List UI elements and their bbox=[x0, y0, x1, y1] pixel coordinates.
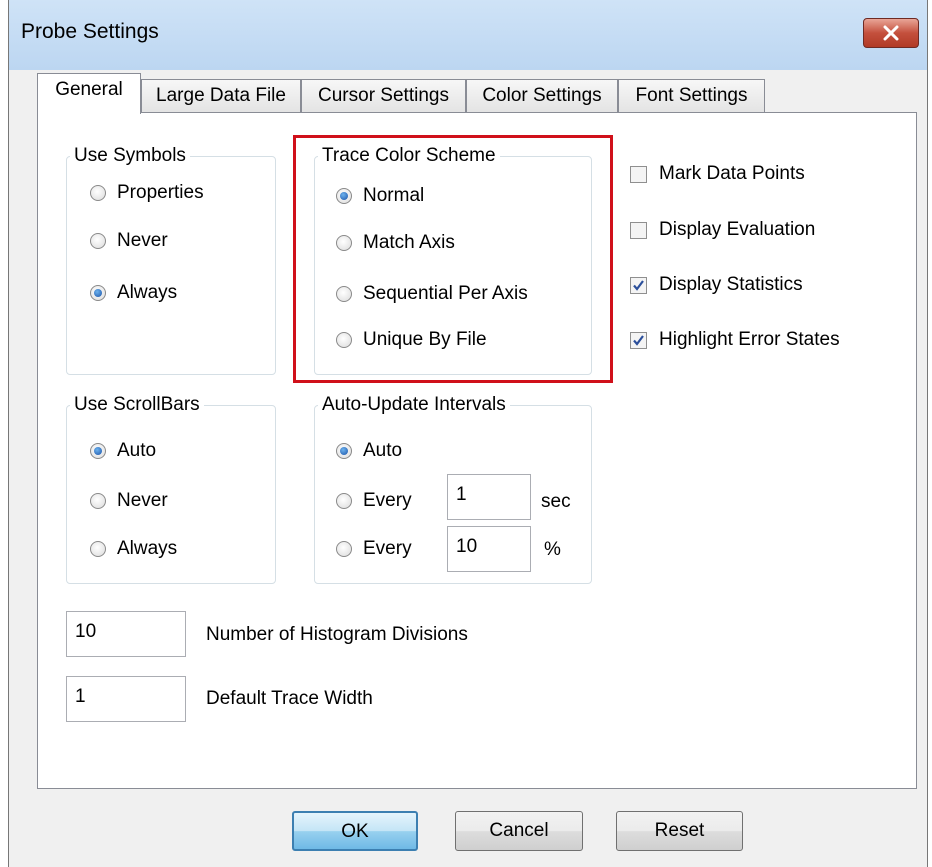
tab-cursor-settings[interactable]: Cursor Settings bbox=[301, 79, 466, 113]
use-symbols-never-radio[interactable]: Never bbox=[90, 230, 168, 252]
tab-color-settings[interactable]: Color Settings bbox=[466, 79, 618, 113]
radio-button-selected[interactable] bbox=[90, 285, 106, 301]
tab-font-settings[interactable]: Font Settings bbox=[618, 79, 765, 113]
radio-label: Always bbox=[117, 538, 178, 559]
tab-general[interactable]: General bbox=[37, 73, 141, 114]
title-bar[interactable]: Probe Settings bbox=[9, 0, 927, 70]
update-interval-seconds-input[interactable]: 1 bbox=[447, 474, 531, 520]
update-interval-percent-input[interactable]: 10 bbox=[447, 526, 531, 572]
radio-button-selected[interactable] bbox=[336, 443, 352, 459]
radio-label: Never bbox=[117, 230, 168, 251]
scrollbars-always-radio[interactable]: Always bbox=[90, 538, 177, 560]
radio-button-selected[interactable] bbox=[90, 443, 106, 459]
use-symbols-properties-radio[interactable]: Properties bbox=[90, 182, 204, 204]
close-button[interactable] bbox=[863, 18, 919, 48]
radio-label: Always bbox=[117, 282, 178, 303]
radio-label: Auto bbox=[117, 440, 157, 461]
cancel-button[interactable]: Cancel bbox=[455, 811, 583, 851]
checkbox-label: Mark Data Points bbox=[659, 163, 805, 184]
checkbox-checked[interactable] bbox=[630, 331, 647, 349]
probe-settings-window: Probe Settings General Large Data File C… bbox=[8, 0, 928, 867]
close-icon bbox=[883, 25, 899, 41]
checkmark-icon bbox=[633, 279, 644, 291]
trace-width-label: Default Trace Width bbox=[206, 688, 373, 709]
auto-update-legend: Auto-Update Intervals bbox=[322, 394, 506, 415]
mark-data-points-checkbox[interactable]: Mark Data Points bbox=[630, 163, 805, 185]
radio-button[interactable] bbox=[90, 541, 106, 557]
radio-button[interactable] bbox=[336, 493, 352, 509]
tab-large-data-file[interactable]: Large Data File bbox=[141, 79, 301, 113]
percent-unit-label: % bbox=[544, 539, 561, 560]
radio-label: Never bbox=[117, 490, 168, 511]
auto-update-every-sec-radio[interactable]: Every bbox=[336, 490, 412, 512]
ok-button[interactable]: OK bbox=[292, 811, 418, 851]
checkbox[interactable] bbox=[630, 221, 647, 239]
checkbox-label: Display Evaluation bbox=[659, 219, 816, 240]
radio-button[interactable] bbox=[336, 541, 352, 557]
histogram-divisions-input[interactable]: 10 bbox=[66, 611, 186, 657]
use-scrollbars-legend: Use ScrollBars bbox=[74, 394, 200, 415]
trace-width-input[interactable]: 1 bbox=[66, 676, 186, 722]
radio-label: Every bbox=[363, 538, 412, 559]
radio-button[interactable] bbox=[90, 185, 106, 201]
checkbox[interactable] bbox=[630, 165, 647, 183]
scrollbars-never-radio[interactable]: Never bbox=[90, 490, 168, 512]
use-symbols-group: Use Symbols bbox=[66, 145, 276, 375]
use-symbols-legend: Use Symbols bbox=[74, 145, 186, 166]
seconds-unit-label: sec bbox=[541, 491, 571, 512]
window-title: Probe Settings bbox=[21, 20, 159, 43]
checkbox-label: Display Statistics bbox=[659, 274, 803, 295]
checkbox-label: Highlight Error States bbox=[659, 329, 840, 350]
radio-button[interactable] bbox=[90, 233, 106, 249]
scrollbars-auto-radio[interactable]: Auto bbox=[90, 440, 156, 462]
radio-label: Every bbox=[363, 490, 412, 511]
auto-update-every-pct-radio[interactable]: Every bbox=[336, 538, 412, 560]
histogram-divisions-label: Number of Histogram Divisions bbox=[206, 624, 468, 645]
auto-update-auto-radio[interactable]: Auto bbox=[336, 440, 402, 462]
checkbox-checked[interactable] bbox=[630, 276, 647, 294]
radio-button[interactable] bbox=[90, 493, 106, 509]
highlight-annotation-box bbox=[293, 135, 613, 383]
checkmark-icon bbox=[633, 334, 644, 346]
reset-button[interactable]: Reset bbox=[616, 811, 743, 851]
display-evaluation-checkbox[interactable]: Display Evaluation bbox=[630, 219, 815, 241]
display-statistics-checkbox[interactable]: Display Statistics bbox=[630, 274, 803, 296]
use-symbols-always-radio[interactable]: Always bbox=[90, 282, 177, 304]
radio-label: Auto bbox=[363, 440, 403, 461]
radio-label: Properties bbox=[117, 182, 204, 203]
highlight-error-states-checkbox[interactable]: Highlight Error States bbox=[630, 329, 840, 351]
